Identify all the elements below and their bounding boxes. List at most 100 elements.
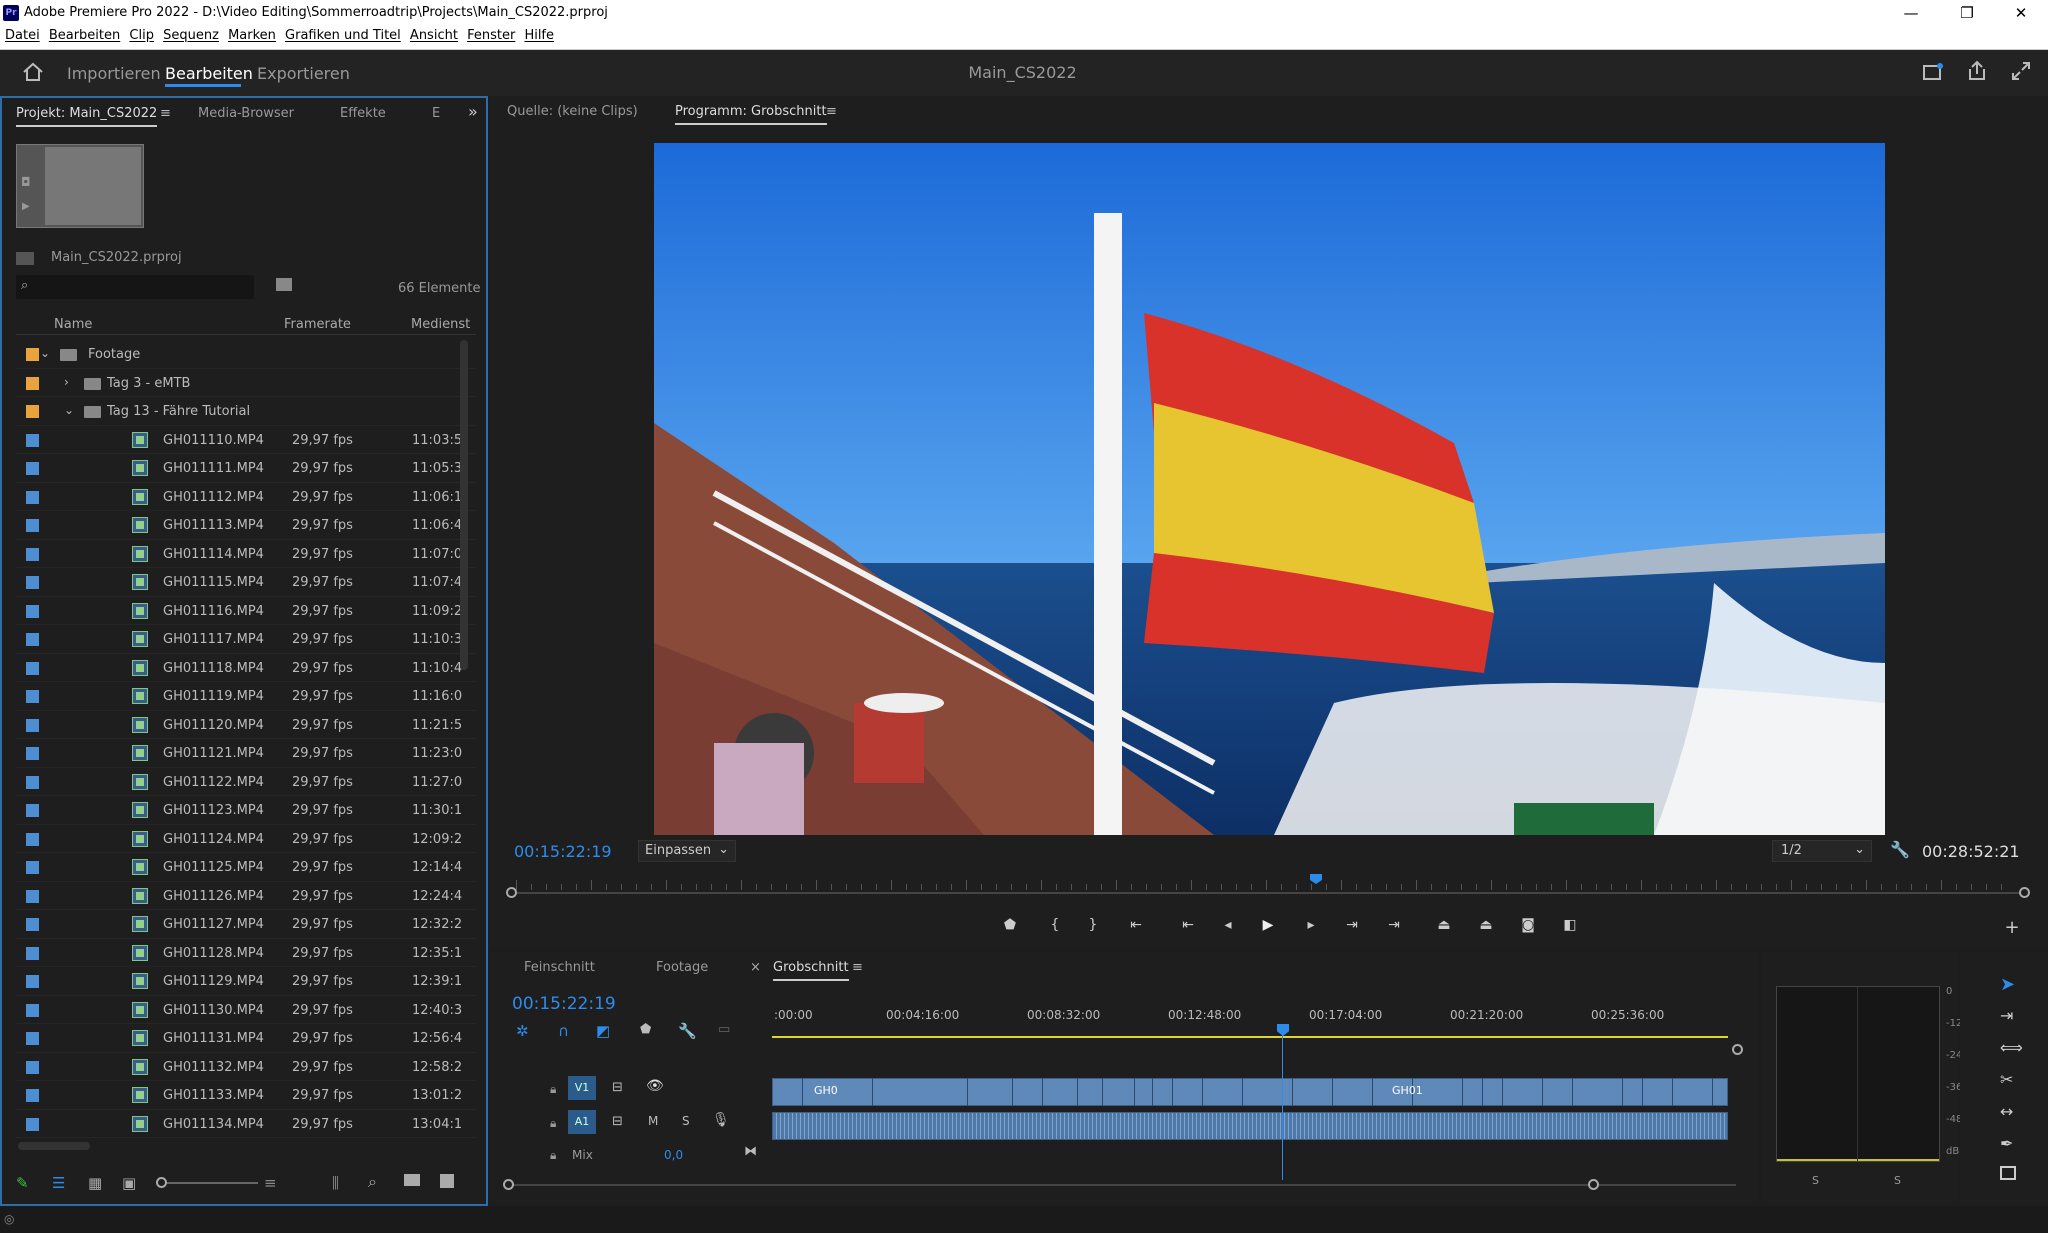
program-menu-icon[interactable]: ≡ [826, 104, 837, 119]
new-item-icon[interactable] [440, 1174, 454, 1188]
lock-icon[interactable]: 🔒︎ [550, 1116, 556, 1131]
tab-footage[interactable]: Footage [656, 960, 708, 975]
workspace-export[interactable]: Exportieren [257, 64, 350, 83]
more-tabs-icon[interactable]: » [468, 102, 478, 121]
resolution-dropdown[interactable]: 1/2 ⌄ [1772, 840, 1872, 862]
add-button-icon[interactable]: + [2000, 917, 2024, 938]
new-bin-icon[interactable] [404, 1174, 420, 1186]
track-v1-label[interactable]: V1 [568, 1076, 596, 1100]
sort-icon[interactable]: ≡ [264, 1174, 277, 1192]
label-color-swatch[interactable] [26, 405, 39, 418]
automate-icon[interactable]: ⫼ [332, 1174, 339, 1192]
menu-fenster[interactable]: Fenster [467, 28, 515, 43]
audio-clip-sequence[interactable] [772, 1112, 1728, 1140]
home-icon[interactable] [22, 62, 44, 82]
tab-overflow[interactable]: E [432, 106, 440, 121]
track-a1[interactable] [772, 1112, 1728, 1140]
vertical-zoom-handle[interactable] [1732, 1044, 1743, 1055]
chevron-right-icon[interactable]: › [64, 375, 69, 389]
mark-out-icon[interactable]: } [1081, 917, 1105, 937]
add-marker-timeline-icon[interactable]: ⬟ [640, 1022, 651, 1037]
label-color-swatch[interactable] [26, 1003, 39, 1017]
step-back-icon[interactable]: ◂ [1216, 917, 1240, 937]
fit-dropdown[interactable]: Einpassen ⌄ [638, 840, 736, 862]
new-search-bin-icon[interactable] [276, 278, 292, 291]
clip-row[interactable]: GH011117.MP4 29,97 fps 11:10:3 [16, 625, 476, 654]
chevron-down-icon[interactable]: ⌄ [40, 346, 50, 360]
go-to-prev-edit-icon[interactable]: ⇤ [1176, 917, 1200, 937]
clip-row[interactable]: GH011115.MP4 29,97 fps 11:07:4 [16, 568, 476, 597]
label-color-swatch[interactable] [26, 604, 39, 618]
mute-button[interactable]: M [648, 1114, 658, 1128]
close-button[interactable]: ✕ [1998, 0, 2044, 28]
folder-row[interactable]: ⌄ Tag 13 - Fähre Tutorial [16, 397, 476, 426]
menu-bearbeiten[interactable]: Bearbeiten [49, 28, 120, 43]
timeline-current-timecode[interactable]: 00:15:22:19 [512, 994, 616, 1014]
pencil-icon[interactable]: ✎ [16, 1174, 29, 1192]
timeline-menu-icon[interactable]: ≡ [852, 960, 863, 975]
list-view-icon[interactable]: ☰ [52, 1174, 65, 1192]
program-time-ruler[interactable] [506, 874, 2030, 898]
horizontal-scrollbar[interactable] [18, 1142, 90, 1150]
timeline-playhead[interactable] [1282, 1030, 1283, 1180]
zoom-slider[interactable] [156, 1177, 258, 1188]
label-color-swatch[interactable] [26, 718, 39, 732]
comparison-view-icon[interactable]: ◧ [1558, 917, 1582, 937]
timeline-zoom-scrollbar[interactable] [503, 1179, 1736, 1190]
label-color-swatch[interactable] [26, 633, 39, 646]
maximize-button[interactable]: ❐ [1944, 0, 1990, 28]
freeform-view-icon[interactable]: ▣ [122, 1174, 136, 1192]
workspace-import[interactable]: Importieren [67, 64, 161, 83]
menu-ansicht[interactable]: Ansicht [410, 28, 458, 43]
label-color-swatch[interactable] [26, 1032, 39, 1045]
label-color-swatch[interactable] [26, 661, 39, 675]
clip-row[interactable]: GH011134.MP4 29,97 fps 13:04:1 [16, 1110, 476, 1138]
close-tab-icon[interactable]: × [750, 960, 761, 975]
clip-row[interactable]: GH011120.MP4 29,97 fps 11:21:5 [16, 711, 476, 739]
rectangle-tool-icon[interactable] [2000, 1166, 2016, 1180]
playhead-icon[interactable] [1277, 1024, 1289, 1036]
snap-icon[interactable]: ✲ [516, 1022, 529, 1040]
mix-expand-icon[interactable]: ⧓ [744, 1144, 757, 1159]
menu-sequenz[interactable]: Sequenz [163, 28, 219, 43]
folder-row[interactable]: ⌄ Footage [16, 340, 476, 369]
clip-row[interactable]: GH011126.MP4 29,97 fps 12:24:4 [16, 882, 476, 910]
project-menu-icon[interactable]: ≡ [160, 106, 171, 121]
share-icon[interactable] [1966, 60, 1988, 82]
clip-row[interactable]: GH011125.MP4 29,97 fps 12:14:4 [16, 853, 476, 882]
slip-tool-icon[interactable]: ↔ [2000, 1102, 2013, 1121]
tab-media-browser[interactable]: Media-Browser [198, 106, 294, 121]
search-input[interactable]: ⌕ [16, 275, 254, 299]
minimize-button[interactable]: — [1888, 0, 1934, 28]
label-color-swatch[interactable] [26, 519, 39, 532]
add-marker-icon[interactable]: ⬟ [998, 917, 1022, 937]
label-color-swatch[interactable] [26, 946, 39, 960]
sync-lock-icon[interactable]: ⊟ [612, 1114, 623, 1129]
clip-row[interactable]: GH011129.MP4 29,97 fps 12:39:1 [16, 967, 476, 996]
sync-lock-icon[interactable]: ⊟ [612, 1080, 623, 1095]
label-color-swatch[interactable] [26, 1060, 39, 1074]
tab-grobschnitt[interactable]: Grobschnitt [773, 960, 849, 981]
find-icon[interactable]: ⌕ [368, 1172, 377, 1192]
track-v1[interactable]: GH0 GH01 [772, 1078, 1728, 1106]
column-framerate[interactable]: Framerate [284, 317, 351, 332]
solo-right-button[interactable]: S [1894, 1174, 1901, 1187]
label-color-swatch[interactable] [26, 1089, 39, 1102]
label-color-swatch[interactable] [26, 547, 39, 561]
go-to-in-icon[interactable]: ⇤ [1124, 917, 1148, 937]
label-color-swatch[interactable] [26, 690, 39, 703]
lock-icon[interactable]: 🔒︎ [550, 1082, 556, 1097]
menu-marken[interactable]: Marken [228, 28, 276, 43]
eye-icon[interactable]: 👁︎ [646, 1078, 664, 1094]
column-name[interactable]: Name [54, 317, 92, 332]
work-area-bar[interactable] [772, 1036, 1728, 1038]
clip-row[interactable]: GH011113.MP4 29,97 fps 11:06:4 [16, 511, 476, 540]
label-color-swatch[interactable] [26, 832, 39, 846]
clip-row[interactable]: GH011114.MP4 29,97 fps 11:07:0 [16, 540, 476, 568]
chevron-down-icon[interactable]: ⌄ [64, 403, 74, 417]
menu-clip[interactable]: Clip [129, 28, 154, 43]
extract-icon[interactable]: ⏏ [1474, 917, 1498, 937]
label-color-swatch[interactable] [26, 348, 39, 361]
solo-button[interactable]: S [682, 1114, 690, 1128]
lock-icon[interactable]: 🔒︎ [550, 1148, 556, 1163]
